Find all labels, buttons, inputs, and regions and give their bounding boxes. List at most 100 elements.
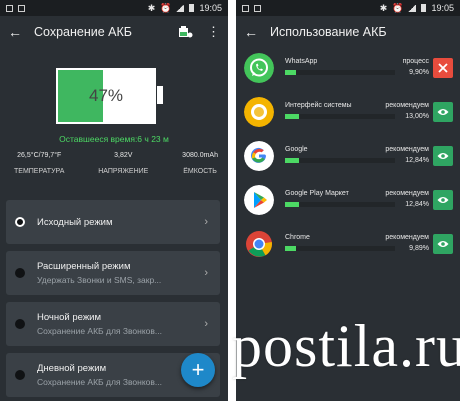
stat-label: ТЕМПЕРАТУРА bbox=[14, 168, 65, 175]
app-name: Google Play Маркет bbox=[285, 190, 349, 197]
view-app-button[interactable] bbox=[433, 102, 453, 122]
app-status: рекомендуем bbox=[385, 234, 429, 241]
stat-value: 3,82V bbox=[114, 152, 133, 159]
notification-icon bbox=[18, 4, 25, 12]
battery-tip bbox=[157, 86, 163, 104]
app-status: процесс bbox=[402, 58, 429, 65]
add-mode-button[interactable]: + bbox=[181, 353, 215, 387]
mode-item-extended[interactable]: Расширенный режим Удержать Звонки и SMS,… bbox=[6, 251, 220, 295]
chevron-right-icon: › bbox=[204, 267, 208, 279]
alarm-icon: ⏰ bbox=[392, 2, 404, 13]
chevron-right-icon: › bbox=[204, 318, 208, 330]
mode-item-night[interactable]: Ночной режим Сохранение АКБ для Звонков.… bbox=[6, 302, 220, 346]
app-percent: 9,90% bbox=[409, 69, 429, 76]
usage-fill bbox=[285, 114, 300, 119]
stop-app-button[interactable] bbox=[433, 58, 453, 78]
usage-fill bbox=[285, 158, 300, 163]
status-bar: ✱ ⏰ 19:05 bbox=[236, 0, 460, 16]
google-icon bbox=[244, 141, 274, 171]
mode-item-default[interactable]: Исходный режим › bbox=[6, 200, 220, 244]
app-bar: ← Сохранение АКБ ⋮ bbox=[0, 16, 228, 48]
eye-icon bbox=[437, 197, 449, 203]
battery-percent: 47% bbox=[88, 86, 124, 105]
app-status: рекомендуем bbox=[385, 146, 429, 153]
usage-fill bbox=[285, 70, 296, 75]
app-name: Интерфейс системы bbox=[285, 102, 352, 109]
app-percent: 9,89% bbox=[409, 245, 429, 252]
bluetooth-icon: ✱ bbox=[379, 2, 388, 13]
usage-bar bbox=[285, 246, 395, 251]
signal-icon bbox=[176, 4, 185, 12]
usage-fill bbox=[285, 246, 296, 251]
eye-icon bbox=[437, 153, 449, 159]
app-row-chrome: Chrome рекомендуем 9,89% bbox=[242, 224, 454, 268]
stat-voltage: 3,82V НАПРЯЖЕНИЕ bbox=[98, 152, 148, 175]
battery-status-icon bbox=[189, 4, 195, 12]
app-name: Chrome bbox=[285, 234, 310, 241]
app-name: WhatsApp bbox=[285, 58, 318, 65]
app-row-play-market: Google Play Маркет рекомендуем 12,84% bbox=[242, 180, 454, 224]
app-usage-list: WhatsApp процесс 9,90% Интерфейс системы… bbox=[242, 48, 454, 268]
mode-name: Дневной режим bbox=[37, 363, 107, 374]
stat-label: ЁМКОСТЬ bbox=[183, 168, 217, 175]
app-row-google: Google рекомендуем 12,84% bbox=[242, 136, 454, 180]
battery-indicator: 47% Оставшееся время:6 ч 23 м bbox=[0, 48, 228, 152]
app-status: рекомендуем bbox=[385, 190, 429, 197]
battery-settings-icon[interactable] bbox=[179, 26, 193, 38]
close-icon bbox=[438, 63, 448, 73]
bluetooth-icon: ✱ bbox=[147, 2, 156, 13]
usage-bar bbox=[285, 202, 395, 207]
status-time: 19:05 bbox=[431, 3, 454, 13]
chevron-right-icon: › bbox=[204, 216, 208, 228]
notification-icon bbox=[254, 4, 261, 12]
battery-saver-screen: ✱ ⏰ 19:05 ← Сохранение АКБ ⋮ 47% Оставше… bbox=[0, 0, 228, 401]
signal-icon bbox=[408, 4, 417, 12]
radio-icon[interactable] bbox=[15, 370, 25, 380]
eye-icon bbox=[437, 109, 449, 115]
page-title: Сохранение АКБ bbox=[34, 25, 132, 39]
notification-icon bbox=[6, 4, 13, 12]
watermark: postila.ru bbox=[232, 313, 460, 379]
overflow-menu-icon[interactable]: ⋮ bbox=[207, 24, 220, 40]
chrome-icon bbox=[246, 231, 272, 257]
eye-icon bbox=[437, 241, 449, 247]
battery-gauge: 47% bbox=[56, 68, 156, 124]
play-store-icon bbox=[244, 185, 274, 215]
usage-bar bbox=[285, 158, 395, 163]
stat-temperature: 26,5°C/79,7°F ТЕМПЕРАТУРА bbox=[14, 152, 64, 175]
whatsapp-icon bbox=[244, 53, 274, 83]
mode-desc: Сохранение АКБ для Звонков... bbox=[37, 377, 162, 387]
mode-name: Расширенный режим bbox=[37, 261, 131, 272]
mode-desc: Удержать Звонки и SMS, закр... bbox=[37, 275, 162, 285]
usage-fill bbox=[285, 202, 300, 207]
battery-status-icon bbox=[421, 4, 427, 12]
back-arrow-icon[interactable]: ← bbox=[8, 24, 26, 40]
stat-value: 26,5°C/79,7°F bbox=[17, 152, 62, 159]
system-ui-icon bbox=[244, 97, 274, 127]
radio-icon[interactable] bbox=[15, 319, 25, 329]
status-time: 19:05 bbox=[199, 3, 222, 13]
stat-value: 3080.0mAh bbox=[182, 152, 218, 159]
view-app-button[interactable] bbox=[433, 190, 453, 210]
app-status: рекомендуем bbox=[385, 102, 429, 109]
mode-name: Ночной режим bbox=[37, 312, 102, 323]
app-row-whatsapp: WhatsApp процесс 9,90% bbox=[242, 48, 454, 92]
view-app-button[interactable] bbox=[433, 234, 453, 254]
stat-label: НАПРЯЖЕНИЕ bbox=[98, 168, 149, 175]
usage-bar bbox=[285, 70, 395, 75]
back-arrow-icon[interactable]: ← bbox=[244, 24, 262, 40]
radio-icon[interactable] bbox=[15, 268, 25, 278]
usage-bar bbox=[285, 114, 395, 119]
status-bar: ✱ ⏰ 19:05 bbox=[0, 0, 228, 16]
alarm-icon: ⏰ bbox=[160, 2, 172, 13]
app-percent: 12,84% bbox=[405, 157, 429, 164]
stat-capacity: 3080.0mAh ЁМКОСТЬ bbox=[182, 152, 218, 175]
notification-icon bbox=[242, 4, 249, 12]
radio-selected-icon[interactable] bbox=[15, 217, 25, 227]
app-percent: 12,84% bbox=[405, 201, 429, 208]
page-title: Использование АКБ bbox=[270, 25, 387, 39]
app-row-system-ui: Интерфейс системы рекомендуем 13,00% bbox=[242, 92, 454, 136]
mode-name: Исходный режим bbox=[37, 216, 113, 228]
app-name: Google bbox=[285, 146, 308, 153]
view-app-button[interactable] bbox=[433, 146, 453, 166]
